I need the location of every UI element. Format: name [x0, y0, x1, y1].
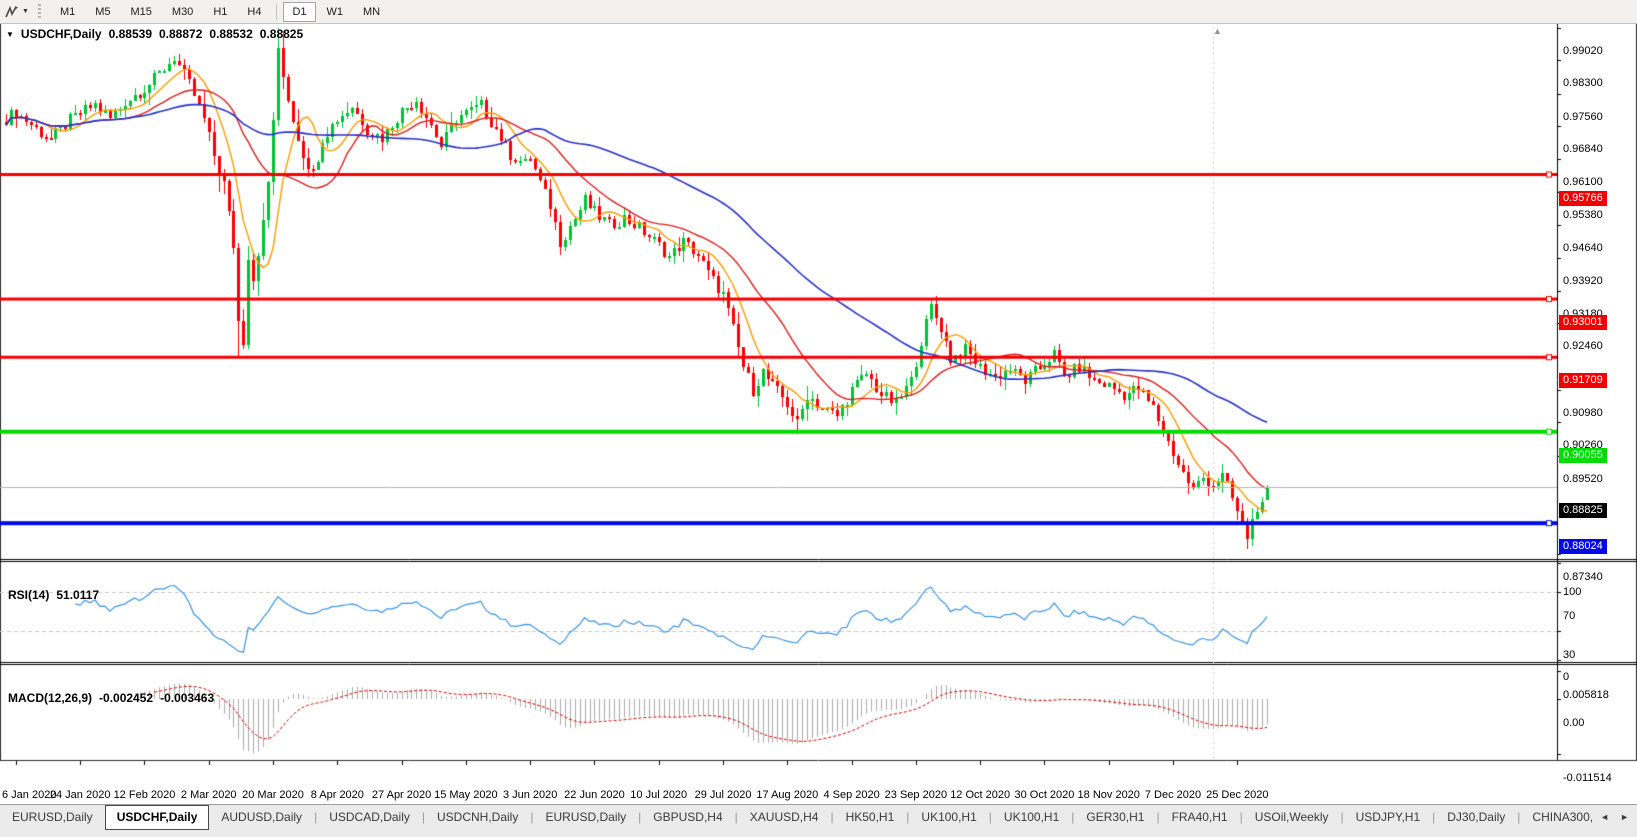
toolbar-grip [37, 4, 41, 19]
timeframe-button-h1[interactable]: H1 [204, 2, 236, 22]
price-tick-label: 0.97560 [1563, 110, 1603, 123]
date-tick-label: 10 Jul 2020 [630, 789, 688, 801]
chart-tab-eurusd-daily[interactable]: EURUSD,Daily [0, 805, 105, 830]
date-tick-label: 17 Aug 2020 [756, 789, 819, 801]
timeframe-button-m30[interactable]: M30 [163, 2, 202, 22]
chart-tools-icon[interactable] [3, 3, 21, 21]
chart-tab-gbpusd-h4[interactable]: GBPUSD,H4 [641, 805, 734, 830]
date-tick-label: 3 Jun 2020 [502, 789, 558, 801]
chart-tools-caret-icon[interactable]: ▼ [22, 8, 29, 15]
date-tick-label: 25 Dec 2020 [1206, 789, 1269, 801]
date-tick-label: 24 Jan 2020 [49, 789, 111, 801]
hline-price-label[interactable]: 0.88024 [1559, 539, 1607, 555]
tab-scroll-buttons: ◄ ► [1592, 805, 1637, 829]
macd-value-signal: -0.003463 [160, 691, 215, 705]
tab-scroll-left-icon[interactable]: ◄ [1600, 812, 1609, 822]
macd-label: MACD(12,26,9) -0.002452 -0.003463 [8, 691, 214, 705]
rsi-tick-label: 100 [1563, 586, 1582, 598]
rsi-value: 51.0117 [56, 588, 100, 602]
macd-name: MACD(12,26,9) [8, 691, 93, 705]
macd-value-main: -0.002452 [99, 691, 154, 705]
tab-scroll-right-icon[interactable]: ► [1620, 812, 1629, 822]
chart-tab-bar: EURUSD,Daily USDCHF,Daily AUDUSD,Daily | USD… [0, 804, 1637, 837]
rsi-name: RSI(14) [8, 588, 50, 602]
date-tick-label: 22 Jun 2020 [564, 789, 625, 801]
chart-canvas[interactable] [0, 0, 1637, 780]
date-tick-label: 8 Apr 2020 [310, 789, 364, 801]
macd-tick-label: 0.005818 [1563, 689, 1609, 701]
chart-tab-usoil-weekly[interactable]: USOil,Weekly [1243, 805, 1341, 830]
title-dropdown-icon: ▼ [6, 29, 14, 39]
date-tick-label: 2 Mar 2020 [180, 789, 237, 801]
timeframe-button-h4[interactable]: H4 [238, 2, 270, 22]
chart-tab-dj30-daily[interactable]: DJ30,Daily [1435, 805, 1517, 830]
hline-price-label[interactable]: 0.91709 [1559, 373, 1607, 389]
hline-price-label[interactable]: 0.93001 [1559, 315, 1607, 331]
chart-tab-usdchf-daily[interactable]: USDCHF,Daily [104, 805, 210, 830]
chart-tab-xauusd-h4[interactable]: XAUUSD,H4 [738, 805, 831, 830]
price-tick-label: 0.90980 [1563, 407, 1603, 420]
date-tick-label: 23 Sep 2020 [884, 789, 948, 801]
chart-tab-audusd-daily[interactable]: AUDUSD,Daily [209, 805, 314, 830]
price-tick-label: 0.92460 [1563, 340, 1603, 353]
date-tick-label: 6 Jan 2020 [2, 789, 57, 801]
price-tick-label: 0.98300 [1563, 77, 1603, 90]
toolbar-divider [276, 3, 278, 20]
timeframe-button-m15[interactable]: M15 [122, 2, 161, 22]
timeframe-button-w1[interactable]: W1 [318, 2, 353, 22]
title-low: 0.88532 [209, 27, 253, 41]
hline-price-label[interactable]: 0.90055 [1559, 447, 1607, 463]
price-tick-label: 0.99020 [1563, 45, 1603, 57]
rsi-label: RSI(14) 51.0117 [8, 588, 99, 602]
timeframe-button-mn[interactable]: MN [354, 2, 389, 22]
chart-tab-ger30-h1[interactable]: GER30,H1 [1074, 805, 1156, 830]
mt4-window: { "toolbar": { "timeframes": [ {"label":… [0, 0, 1637, 837]
title-close: 0.88825 [259, 27, 304, 41]
price-tick-label: 0.87340 [1563, 570, 1603, 583]
date-tick-label: 12 Oct 2020 [950, 789, 1011, 801]
rsi-tick-label: 70 [1563, 610, 1576, 623]
timeframe-button-m5[interactable]: M5 [86, 2, 119, 22]
date-tick-label: 4 Sep 2020 [823, 789, 880, 801]
chart-tab-usdcad-daily[interactable]: USDCAD,Daily [317, 805, 422, 830]
current-price-label: 0.88825 [1559, 503, 1607, 519]
date-tick-label: 20 Mar 2020 [242, 789, 304, 801]
toolbar: ▼ M1 M5 M15 M30 H1 H4 D1 W1 MN [0, 0, 1637, 24]
price-tick-label: 0.89520 [1563, 472, 1603, 485]
title-high: 0.88872 [159, 27, 203, 41]
chart-tab-fra40-h1[interactable]: FRA40,H1 [1160, 805, 1240, 830]
timeframe-buttons: M1 M5 M15 M30 H1 H4 D1 W1 MN [50, 1, 390, 22]
macd-tick-label: 0.00 [1563, 717, 1585, 729]
chart-tab-hk50-h1[interactable]: HK50,H1 [834, 805, 907, 830]
date-tick-label: 29 Jul 2020 [694, 789, 752, 801]
hline-price-label[interactable]: 0.95766 [1559, 190, 1607, 206]
timeframe-button-m1[interactable]: M1 [51, 2, 84, 22]
price-tick-label: 0.94640 [1563, 242, 1603, 255]
price-tick-label: 0.93920 [1563, 274, 1603, 287]
date-tick-label: 18 Nov 2020 [1077, 789, 1140, 801]
chart-shift-marker-icon[interactable]: ▲ [1213, 26, 1222, 36]
date-tick-label: 15 May 2020 [434, 789, 498, 801]
chart-tab-usdjpy-h1[interactable]: USDJPY,H1 [1344, 805, 1432, 830]
price-tick-label: 0.95380 [1563, 208, 1603, 221]
title-symbol: USDCHF,Daily [20, 27, 102, 41]
date-tick-label: 7 Dec 2020 [1144, 789, 1202, 801]
date-tick-label: 12 Feb 2020 [113, 789, 176, 801]
date-tick-label: 30 Oct 2020 [1014, 789, 1075, 801]
price-tick-label: 0.96100 [1563, 176, 1603, 189]
rsi-tick-label: 0 [1563, 671, 1570, 683]
date-tick-label: 27 Apr 2020 [371, 789, 432, 801]
chart-tab-usdcnh-daily[interactable]: USDCNH,Daily [425, 805, 530, 830]
chart-tab-uk100-h1[interactable]: UK100,H1 [992, 805, 1071, 830]
price-tick-label: 0.96840 [1563, 143, 1603, 156]
chart-tab-eurusd-daily[interactable]: EURUSD,Daily [533, 805, 638, 830]
timeframe-button-d1[interactable]: D1 [283, 1, 316, 22]
chart-title: ▼ USDCHF,Daily 0.88539 0.88872 0.88532 0… [6, 27, 303, 41]
macd-tick-label: -0.011514 [1563, 772, 1612, 785]
title-open: 0.88539 [108, 27, 152, 41]
chart-tab-uk100-h1[interactable]: UK100,H1 [909, 805, 988, 830]
rsi-tick-label: 30 [1563, 648, 1576, 661]
